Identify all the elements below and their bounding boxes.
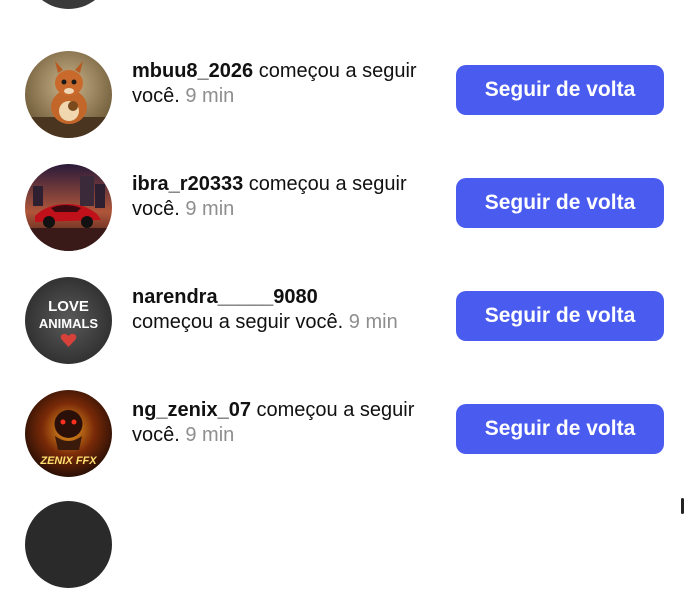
username[interactable]: mbuu8_2026 bbox=[132, 60, 253, 82]
avatar-text-animals: ANIMALS bbox=[39, 316, 99, 331]
username[interactable]: narendra_____9080 bbox=[132, 286, 318, 308]
avatar[interactable] bbox=[25, 164, 112, 251]
avatar-text-zenix: ZENIX FFX bbox=[39, 455, 97, 467]
list-item: mbuu8_2026 começou a seguir você. 9 min … bbox=[0, 45, 690, 145]
avatar[interactable] bbox=[25, 0, 112, 9]
action-text: começou a seguir você. bbox=[132, 311, 344, 333]
timestamp: 9 min bbox=[185, 85, 235, 107]
notification-text: mbuu8_2026 começou a seguir você. 9 min bbox=[132, 59, 442, 109]
avatar-text-love: LOVE bbox=[48, 298, 89, 315]
timestamp: 9 min bbox=[348, 311, 398, 333]
avatar[interactable]: ZENIX FFX bbox=[25, 390, 112, 477]
avatar[interactable]: LOVE ANIMALS bbox=[25, 277, 112, 364]
timestamp: 9 min bbox=[185, 198, 235, 220]
squirrel-photo-icon bbox=[25, 51, 112, 138]
love-animals-graphic-icon: LOVE ANIMALS bbox=[25, 277, 112, 364]
follow-back-button[interactable]: Seguir de volta bbox=[456, 178, 664, 228]
avatar[interactable] bbox=[25, 51, 112, 138]
username[interactable]: ibra_r20333 bbox=[132, 173, 243, 195]
list-item-partial-bottom bbox=[0, 497, 690, 597]
username[interactable]: ng_zenix_07 bbox=[132, 399, 251, 421]
follow-back-button[interactable]: Seguir de volta bbox=[456, 291, 664, 341]
avatar[interactable] bbox=[25, 501, 112, 588]
list-item: LOVE ANIMALS narendra_____9080 começou a… bbox=[0, 271, 690, 371]
notification-text: ibra_r20333 começou a seguir você. 9 min bbox=[132, 172, 442, 222]
follow-back-button[interactable]: Seguir de volta bbox=[456, 404, 664, 454]
timestamp: 9 min bbox=[185, 424, 235, 446]
notification-text: narendra_____9080 começou a seguir você.… bbox=[132, 285, 442, 335]
zenix-ffx-logo-icon: ZENIX FFX bbox=[25, 390, 112, 477]
notification-text: ng_zenix_07 começou a seguir você. 9 min bbox=[132, 398, 442, 448]
list-item: ZENIX FFX ng_zenix_07 começou a seguir v… bbox=[0, 384, 690, 484]
follow-back-button[interactable]: Seguir de volta bbox=[456, 65, 664, 115]
red-sports-car-photo-icon bbox=[25, 164, 112, 251]
scrollbar[interactable] bbox=[681, 498, 684, 514]
list-item: ibra_r20333 começou a seguir você. 9 min… bbox=[0, 158, 690, 258]
